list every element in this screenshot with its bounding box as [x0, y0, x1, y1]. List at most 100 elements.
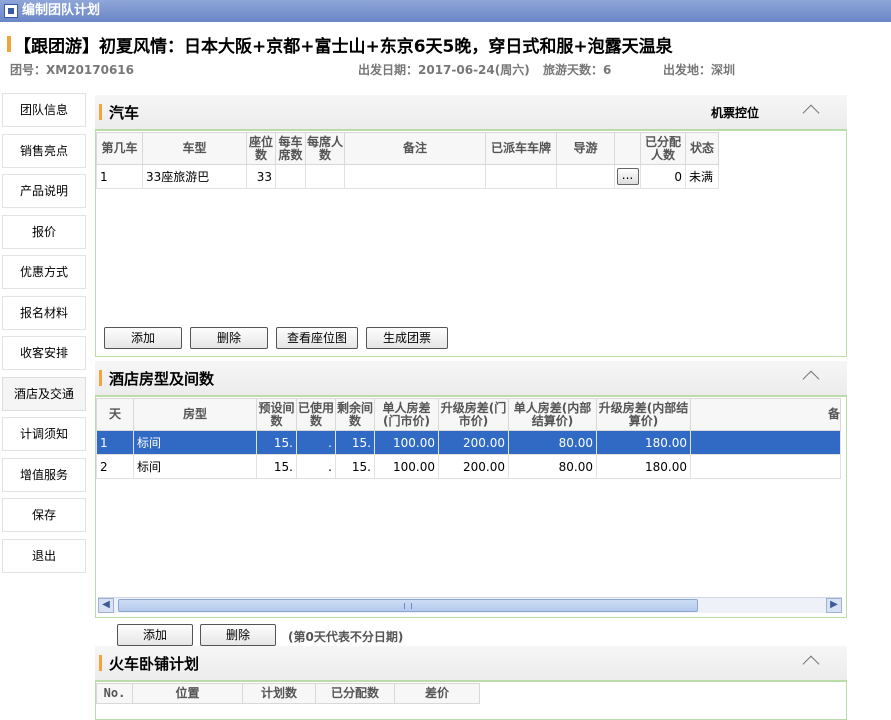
table-row[interactable]: 2 标间 15. . 15. 100.00 200.00 80.00 180.0… [96, 454, 841, 479]
col-upgrade-internal: 升级房差(内部结算价) [596, 398, 691, 431]
col-single-retail: 单人房差(门市价) [374, 398, 439, 431]
sidebar-item-value-added[interactable]: 增值服务 [2, 457, 86, 492]
cell-seats: 33 [246, 164, 276, 189]
hotel-table: 天 房型 预设间数 已使用数 剩余间数 单人房差(门市价) 升级房差(门市价) … [96, 398, 841, 479]
horizontal-scrollbar[interactable]: ◀ ▶ [98, 597, 842, 613]
sidebar-item-customer-arrangement[interactable]: 收客安排 [2, 336, 86, 370]
sidebar-item-sales-highlights[interactable]: 销售亮点 [2, 133, 86, 168]
train-section: 火车卧铺计划 No. 位置 计划数 已分配数 差价 [95, 646, 847, 720]
table-row[interactable]: 1 标间 15. . 15. 100.00 200.00 80.00 180.0… [96, 430, 841, 455]
scroll-left-arrow-icon[interactable]: ◀ [98, 598, 114, 613]
cell-upgrade-internal: 180.00 [596, 454, 691, 479]
scrollbar-thumb[interactable] [118, 599, 698, 612]
train-table: No. 位置 计划数 已分配数 差价 [96, 683, 480, 704]
scroll-grip-icon [404, 603, 412, 609]
col-remark-partial: 备 [690, 398, 841, 431]
col-no: No. [96, 683, 133, 704]
col-remark: 备注 [344, 132, 486, 165]
col-status: 状态 [685, 132, 719, 165]
cell-remark[interactable] [344, 164, 486, 189]
hotel-day-note: (第0天代表不分日期) [288, 630, 404, 644]
cell-guide[interactable] [556, 164, 615, 189]
cell-single-internal: 80.00 [508, 454, 597, 479]
section-accent-bar [99, 104, 102, 120]
cell-room-type: 标间 [133, 454, 257, 479]
cell-left: 15. [335, 454, 375, 479]
sidebar-item-signup-materials[interactable]: 报名材料 [2, 295, 86, 330]
cell-room-type: 标间 [133, 430, 257, 455]
travel-days: 旅游天数：6 [543, 63, 612, 77]
collapse-chevron-icon[interactable] [802, 655, 820, 673]
col-allocated: 已分配数 [315, 683, 395, 704]
scroll-right-arrow-icon[interactable]: ▶ [826, 598, 842, 613]
cell-used: . [296, 430, 336, 455]
sidebar-item-exit[interactable]: 退出 [2, 538, 86, 573]
cell-plate[interactable] [485, 164, 557, 189]
hotel-section: 酒店房型及间数 天 房型 预设间数 已使用数 剩余间数 单人房差(门市价) 升级… [95, 361, 847, 618]
hotel-add-button[interactable]: 添加 [117, 624, 193, 646]
view-seatmap-button[interactable]: 查看座位图 [276, 327, 358, 349]
bus-section: 汽车 机票控位 第几车 车型 座位数 每车席数 每席人数 备注 已派车车牌 导游… [95, 95, 847, 357]
col-guide: 导游 [556, 132, 615, 165]
train-section-header: 火车卧铺计划 [95, 646, 847, 680]
cell-remark [690, 454, 841, 479]
cell-car-type: 33座旅游巴 [142, 164, 247, 189]
group-number: 团号：XM20170616 [10, 63, 134, 77]
ticket-control-link[interactable]: 机票控位 [711, 104, 759, 121]
col-price-diff: 差价 [394, 683, 480, 704]
depart-date: 出发日期：2017-06-24(周六) [358, 63, 530, 77]
cell-action: ... [614, 164, 641, 189]
cell-left: 15. [335, 430, 375, 455]
col-planned: 计划数 [242, 683, 316, 704]
bus-table: 第几车 车型 座位数 每车席数 每席人数 备注 已派车车牌 导游 已分配人数 状… [96, 132, 719, 189]
train-section-title: 火车卧铺计划 [109, 655, 200, 673]
cell-single-retail: 100.00 [374, 454, 439, 479]
sidebar-item-quote[interactable]: 报价 [2, 214, 86, 249]
window-title: 编制团队计划 [22, 3, 101, 18]
cell-status: 未满 [685, 164, 719, 189]
section-accent-bar [99, 655, 102, 671]
collapse-chevron-icon[interactable] [802, 104, 820, 122]
col-action [614, 132, 641, 165]
sidebar-item-discount[interactable]: 优惠方式 [2, 255, 86, 289]
col-position: 位置 [132, 683, 243, 704]
generate-ticket-button[interactable]: 生成团票 [366, 327, 448, 349]
sidebar-item-team-info[interactable]: 团队信息 [2, 93, 86, 127]
page-title: 【跟团游】初夏风情：日本大阪+京都+富士山+东京6天5晚，穿日式和服+泡露天温泉 [14, 37, 673, 57]
col-left: 剩余间数 [335, 398, 375, 431]
bus-add-button[interactable]: 添加 [104, 327, 182, 349]
bus-section-header: 汽车 机票控位 [95, 95, 847, 129]
cell-per-seat[interactable] [305, 164, 345, 189]
window-titlebar: 编制团队计划 [0, 0, 891, 22]
col-day: 天 [96, 398, 134, 431]
cell-preset: 15. [256, 430, 297, 455]
table-row[interactable]: 1 33座旅游巴 33 ... 0 未满 [96, 164, 719, 189]
sidebar-item-hotel-transport[interactable]: 酒店及交通 [2, 376, 86, 411]
hotel-delete-button[interactable]: 删除 [200, 624, 276, 646]
bus-section-title: 汽车 [109, 104, 140, 122]
cell-car-no: 1 [96, 164, 143, 189]
app-icon [4, 4, 18, 18]
hotel-section-body: 天 房型 预设间数 已使用数 剩余间数 单人房差(门市价) 升级房差(门市价) … [95, 395, 847, 618]
col-room-type: 房型 [133, 398, 257, 431]
assign-ellipsis-button[interactable]: ... [616, 168, 639, 185]
section-accent-bar [99, 370, 102, 386]
cell-upgrade-retail: 200.00 [438, 454, 509, 479]
sidebar-item-product-desc[interactable]: 产品说明 [2, 174, 86, 208]
cell-day: 2 [96, 454, 134, 479]
title-accent-bar [7, 36, 11, 52]
cell-upgrade-internal: 180.00 [596, 430, 691, 455]
col-plate: 已派车车牌 [485, 132, 557, 165]
sidebar-item-save[interactable]: 保存 [2, 498, 86, 532]
cell-assigned: 0 [640, 164, 686, 189]
cell-remark [690, 430, 841, 455]
col-assigned: 已分配人数 [640, 132, 686, 165]
train-section-body: No. 位置 计划数 已分配数 差价 [95, 680, 847, 720]
bus-section-body: 第几车 车型 座位数 每车席数 每席人数 备注 已派车车牌 导游 已分配人数 状… [95, 129, 847, 357]
col-single-internal: 单人房差(内部结算价) [508, 398, 597, 431]
collapse-chevron-icon[interactable] [802, 370, 820, 388]
sidebar-item-operator-notes[interactable]: 计调须知 [2, 417, 86, 451]
hotel-section-header: 酒店房型及间数 [95, 361, 847, 395]
cell-per-car[interactable] [275, 164, 306, 189]
bus-delete-button[interactable]: 删除 [190, 327, 268, 349]
